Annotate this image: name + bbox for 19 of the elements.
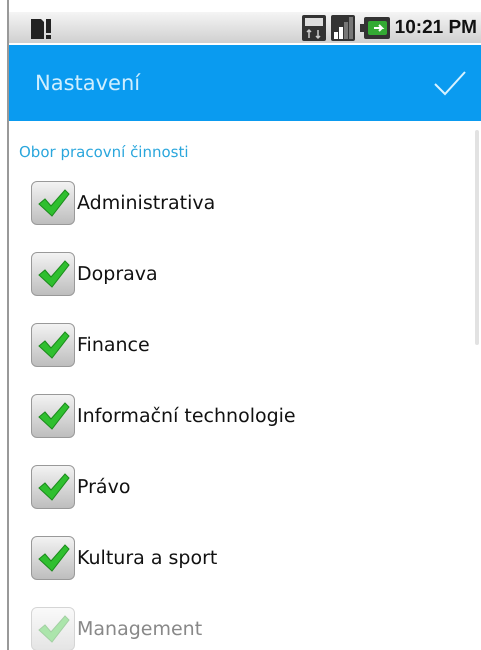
battery-icon <box>360 16 390 38</box>
checkmark-icon <box>433 70 467 96</box>
checkbox[interactable] <box>31 180 75 224</box>
clock-time: 10:21 PM <box>394 16 477 38</box>
section-header: Obor pracovní činnosti <box>18 142 190 163</box>
checkbox[interactable] <box>31 464 75 508</box>
option-label: Finance <box>77 334 150 356</box>
option-label: Doprava <box>77 262 158 284</box>
option-label: Administrativa <box>77 192 216 214</box>
checkbox[interactable] <box>31 322 75 366</box>
screen-title: Nastavení <box>35 71 142 95</box>
option-label: Informační technologie <box>77 404 296 426</box>
option-label: Management <box>77 618 202 640</box>
option-label: Kultura a sport <box>77 546 218 568</box>
checkbox[interactable] <box>31 252 75 296</box>
checkbox[interactable] <box>31 536 75 580</box>
signal-icon <box>330 14 355 40</box>
checkbox[interactable] <box>31 394 75 438</box>
option-label: Právo <box>77 476 130 498</box>
